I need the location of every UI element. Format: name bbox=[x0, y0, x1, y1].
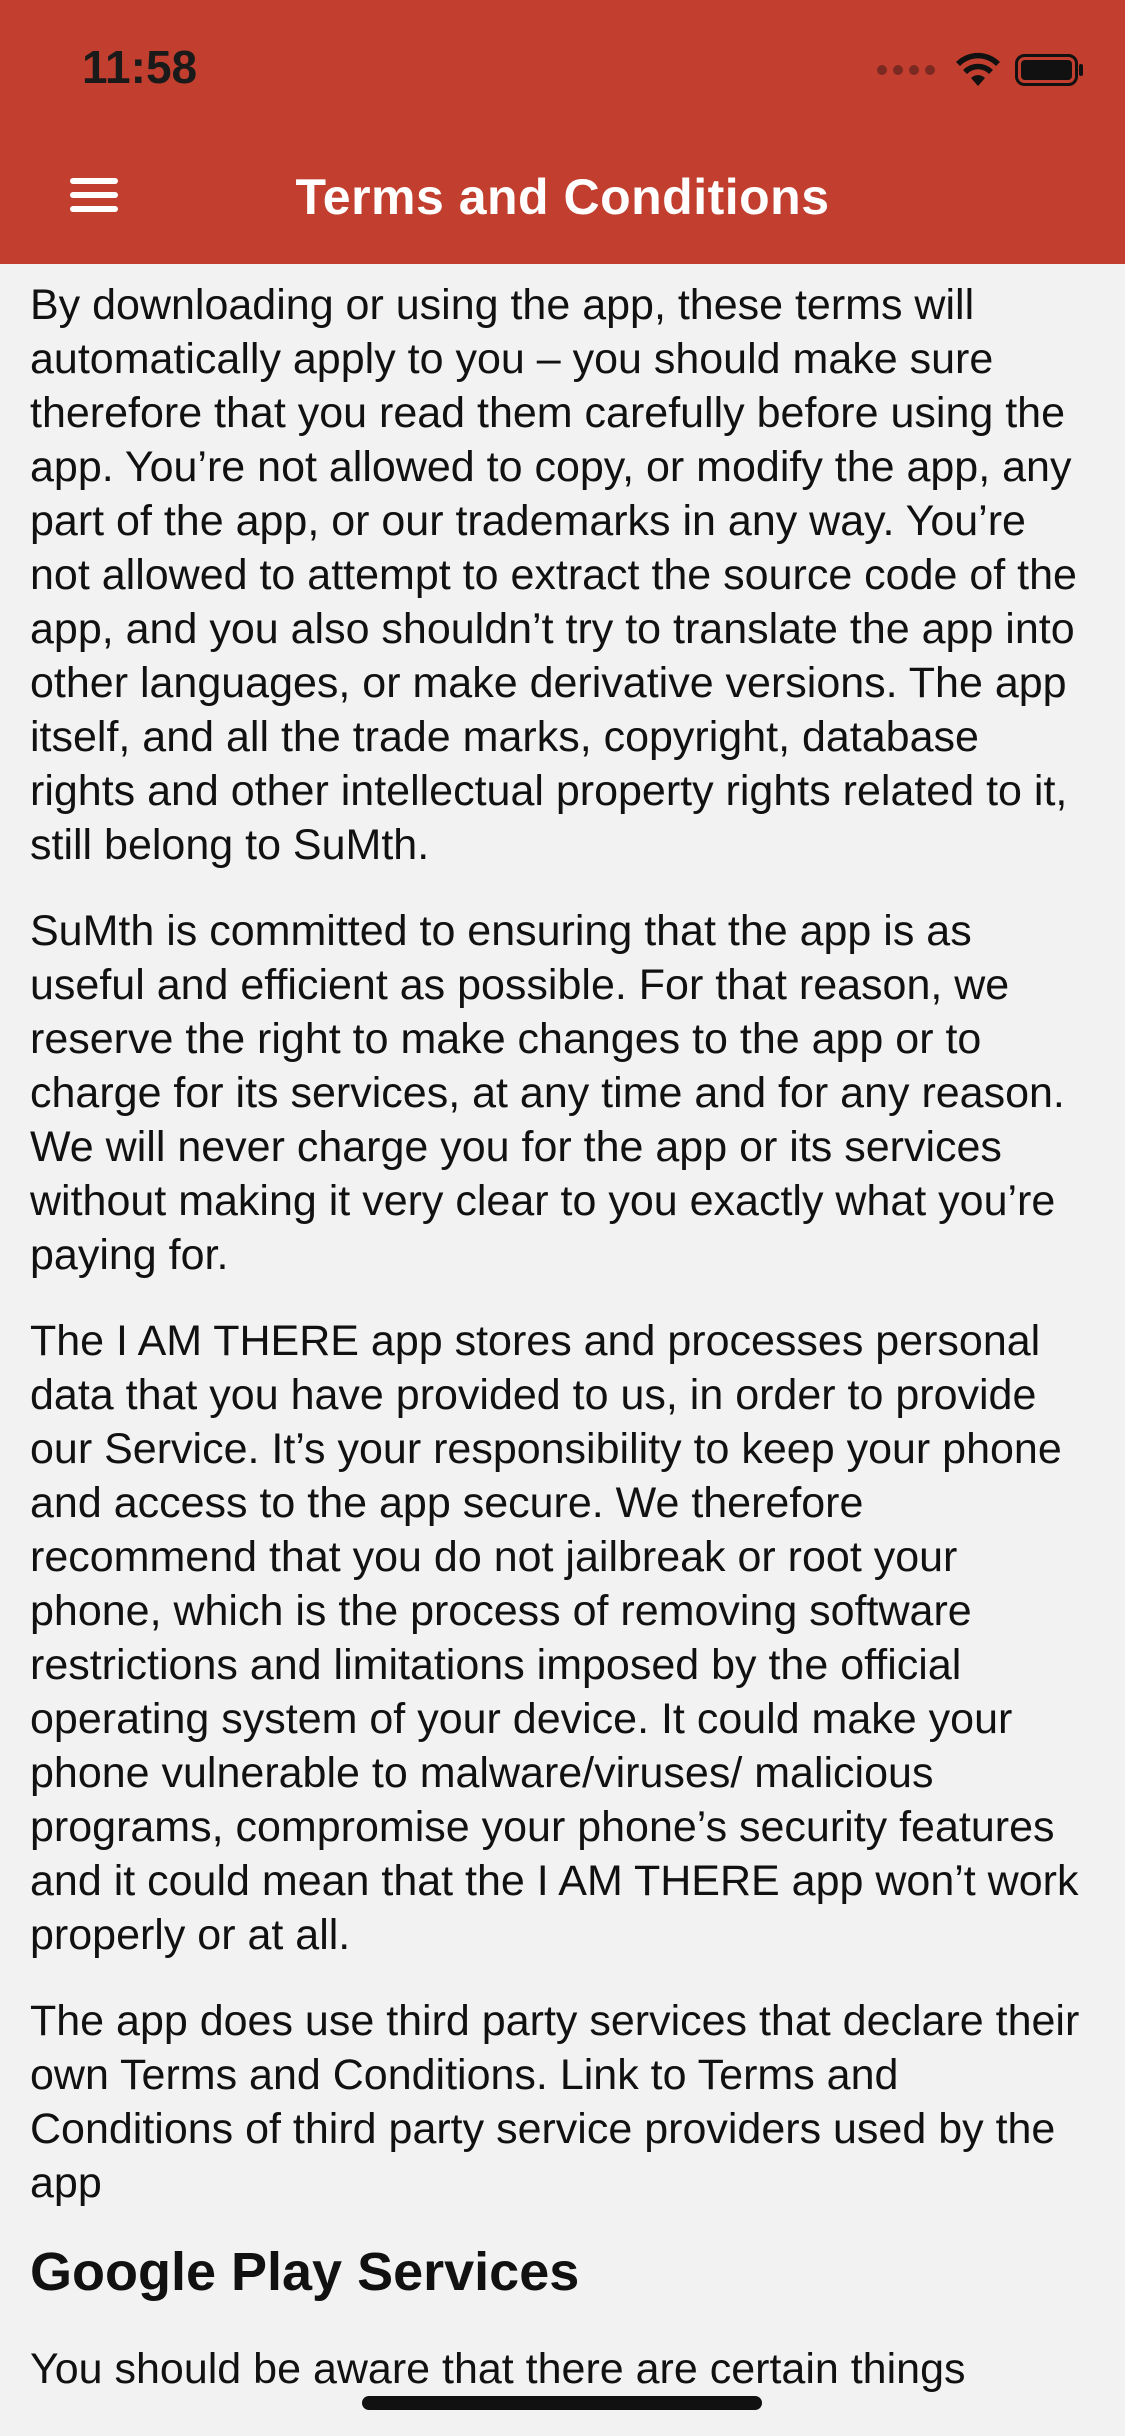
section-heading-google-play: Google Play Services bbox=[30, 2242, 580, 2302]
terms-paragraph-2: SuMth is committed to ensuring that the … bbox=[30, 907, 1065, 1279]
wifi-icon bbox=[956, 52, 1000, 86]
status-icons bbox=[877, 48, 1085, 92]
status-time: 11:58 bbox=[82, 41, 198, 93]
page-title: Terms and Conditions bbox=[295, 169, 830, 225]
terms-paragraph-1: By downloading or using the app, these t… bbox=[30, 281, 1077, 869]
cellular-signal-icon bbox=[877, 65, 935, 75]
battery-icon bbox=[1015, 54, 1083, 86]
app-header: 11:58 Terms and Conditions bbox=[0, 0, 1125, 264]
terms-paragraph-4: The app does use third party services th… bbox=[30, 1997, 1080, 2207]
terms-paragraph-3: The I AM THERE app stores and processes … bbox=[30, 1317, 1079, 1959]
section-paragraph-google-play: You should be aware that there are certa… bbox=[30, 2345, 966, 2393]
terms-content[interactable]: By downloading or using the app, these t… bbox=[30, 278, 1095, 2428]
home-indicator[interactable] bbox=[362, 2396, 762, 2410]
